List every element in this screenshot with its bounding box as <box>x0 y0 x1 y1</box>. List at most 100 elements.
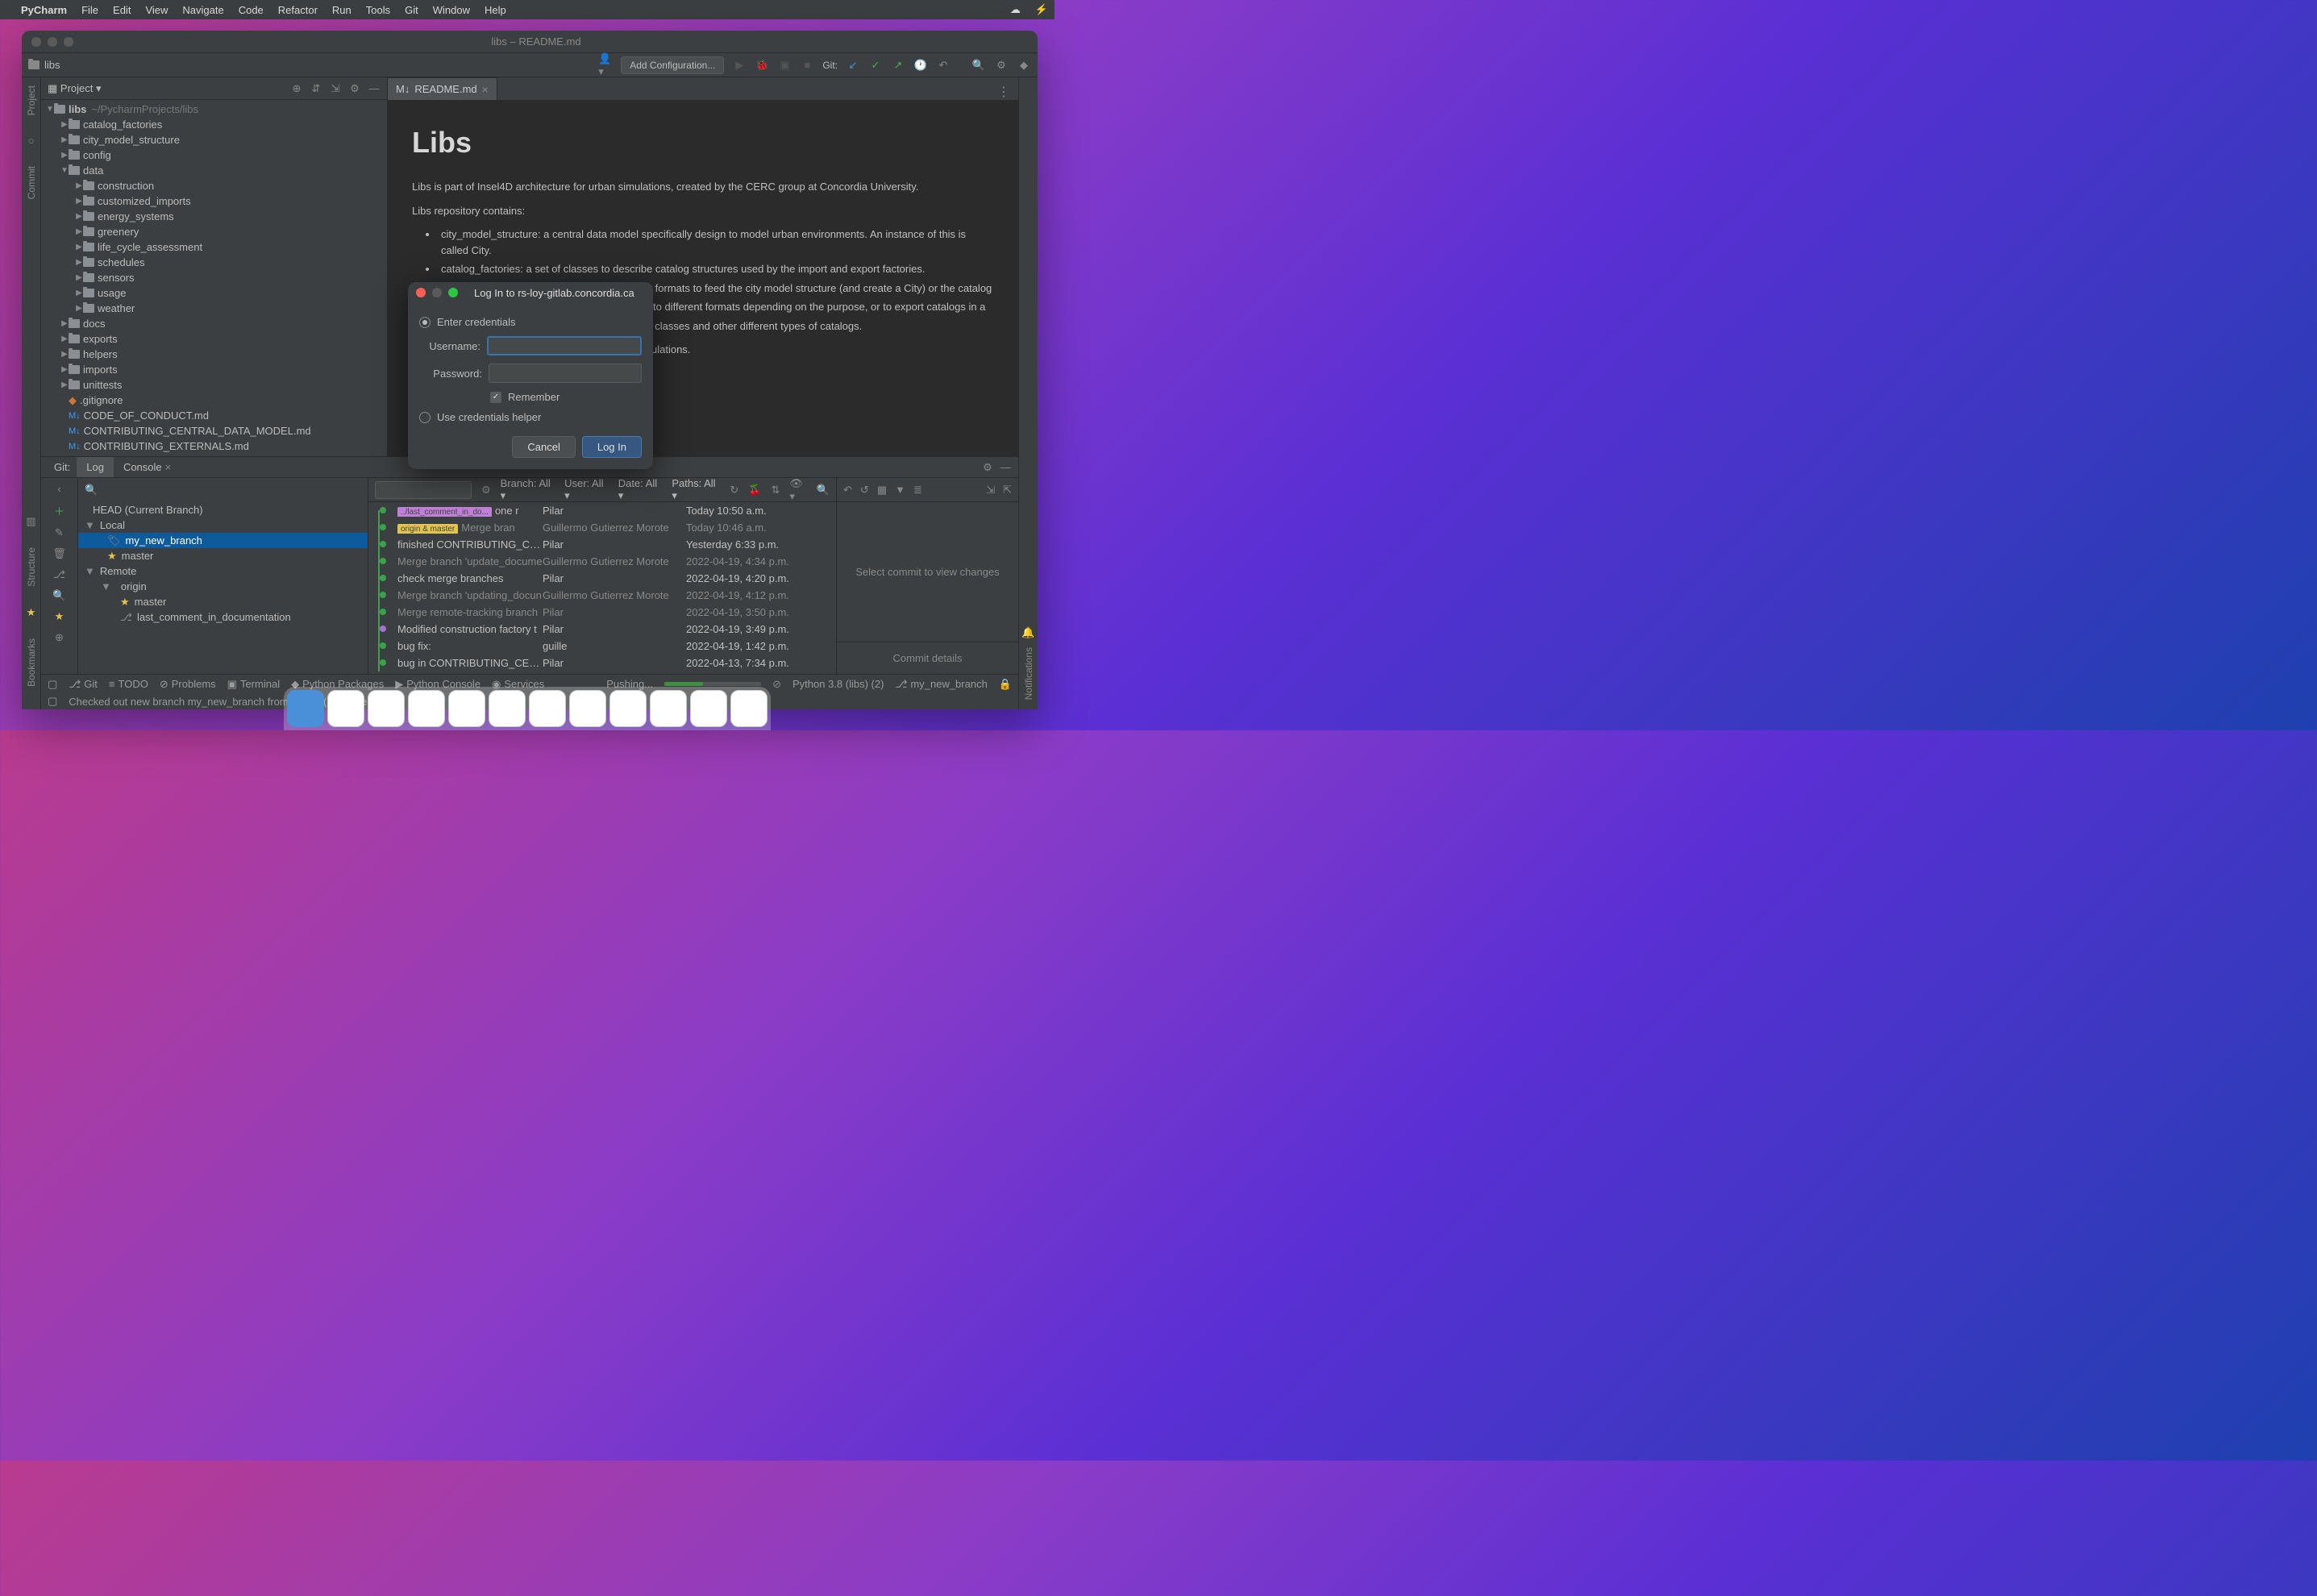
tree-item[interactable]: ▶sensors <box>41 270 387 285</box>
layout-icon[interactable]: ▦ <box>877 484 887 497</box>
commit-row[interactable]: Modified construction factory tPilar2022… <box>368 621 836 638</box>
radio-credentials-helper[interactable]: Use credentials helper <box>419 411 642 423</box>
git-push-icon[interactable]: ↗ <box>891 58 905 73</box>
dock-app[interactable] <box>368 690 405 727</box>
tree-item[interactable]: ▶config <box>41 148 387 163</box>
tool-project[interactable]: Project <box>26 82 37 118</box>
dock-app[interactable] <box>408 690 445 727</box>
user-icon[interactable]: 👤▾ <box>598 58 613 73</box>
tool-structure-icon[interactable]: ▥ <box>26 515 35 528</box>
project-view-select[interactable]: ▦ Project ▾ <box>48 82 102 95</box>
pencil-icon[interactable]: ✎ <box>55 526 64 539</box>
tree-item[interactable]: ▶unittests <box>41 377 387 393</box>
expand-all-icon[interactable]: ⇵ <box>310 82 322 95</box>
search-everywhere-icon[interactable]: 🔍 <box>971 58 986 73</box>
git-history-icon[interactable]: 🕐 <box>913 58 928 73</box>
tree-item[interactable]: ▶docs <box>41 316 387 331</box>
search-icon[interactable]: 🔍 <box>52 589 65 602</box>
tool-bookmarks-icon[interactable]: ★ <box>27 606 36 619</box>
menu-view[interactable]: View <box>145 4 168 16</box>
tool-commit[interactable]: Commit <box>26 163 37 202</box>
git-commit-icon[interactable]: ✓ <box>868 58 883 73</box>
stop-icon[interactable]: ⊘ <box>772 678 781 691</box>
zoom-icon[interactable] <box>448 288 458 297</box>
star-icon[interactable]: ★ <box>55 610 64 623</box>
dock-app[interactable] <box>609 690 647 727</box>
status-icon[interactable]: ▢ <box>48 678 57 691</box>
commit-row[interactable]: origin & masterMerge branGuillermo Gutie… <box>368 519 836 536</box>
username-field[interactable] <box>487 336 642 355</box>
cherry-pick-icon[interactable]: 🍒 <box>748 484 761 497</box>
commit-row[interactable]: bug fix:guille2022-04-19, 1:42 p.m. <box>368 638 836 655</box>
hide-icon[interactable]: — <box>999 461 1012 474</box>
macos-dock[interactable] <box>284 687 771 730</box>
branch-group-remote[interactable]: ▼Remote <box>78 563 368 579</box>
radio-enter-credentials[interactable]: Enter credentials <box>419 316 642 328</box>
tool-commit-icon[interactable]: ○ <box>28 135 35 147</box>
status-git[interactable]: ⎇ Git <box>69 678 98 691</box>
group-icon[interactable]: ≣ <box>913 484 922 497</box>
menubar-app[interactable]: PyCharm <box>21 4 67 16</box>
revert-icon[interactable]: ↶ <box>843 484 852 497</box>
commit-row[interactable]: check merge branchesPilar2022-04-19, 4:2… <box>368 570 836 587</box>
close-icon[interactable]: × <box>165 461 172 473</box>
hide-icon[interactable]: — <box>368 82 381 95</box>
tree-item[interactable]: ▶catalog_factories <box>41 117 387 132</box>
filter-icon[interactable]: ▼ <box>895 484 905 496</box>
git-rollback-icon[interactable]: ↶ <box>936 58 951 73</box>
eye-icon[interactable]: 👁▾ <box>789 477 806 503</box>
menu-edit[interactable]: Edit <box>113 4 131 16</box>
login-button[interactable]: Log In <box>582 436 642 458</box>
git-tab-console[interactable]: Console× <box>114 457 181 477</box>
tree-item[interactable]: ▶imports <box>41 362 387 377</box>
menu-navigate[interactable]: Navigate <box>182 4 223 16</box>
dock-app[interactable] <box>448 690 485 727</box>
lock-icon[interactable]: 🔒 <box>999 678 1012 691</box>
dock-app[interactable] <box>690 690 727 727</box>
collapse-all-icon[interactable]: ⇲ <box>329 82 342 95</box>
tree-item[interactable]: ◆.gitignore <box>41 393 387 408</box>
branch-my-new-branch[interactable]: 🏷my_new_branch <box>78 533 368 548</box>
status-terminal[interactable]: ▣ Terminal <box>227 678 280 691</box>
tool-structure[interactable]: Structure <box>26 544 37 590</box>
branch-head[interactable]: HEAD (Current Branch) <box>78 502 368 517</box>
branch-group-local[interactable]: ▼Local <box>78 517 368 533</box>
dock-app[interactable] <box>569 690 606 727</box>
panel-settings-icon[interactable]: ⚙ <box>348 82 361 95</box>
dock-app[interactable] <box>489 690 526 727</box>
cloud-icon[interactable]: ☁︎ <box>1010 3 1021 16</box>
close-icon[interactable]: × <box>482 83 489 96</box>
filter-date[interactable]: Date: All ▾ <box>618 477 663 502</box>
commit-row[interactable]: ../last_comment_in_do...one rPilarToday … <box>368 502 836 519</box>
git-update-icon[interactable]: ↙ <box>846 58 860 73</box>
log-search-input[interactable] <box>375 481 472 499</box>
menu-help[interactable]: Help <box>485 4 506 16</box>
password-field[interactable] <box>489 364 642 383</box>
gear-icon[interactable]: ⚙ <box>981 461 994 474</box>
plus-icon[interactable]: ＋ <box>54 503 64 518</box>
dock-app[interactable] <box>650 690 687 727</box>
tree-item[interactable]: ▶helpers <box>41 347 387 362</box>
tree-root[interactable]: ▼libs~/PycharmProjects/libs <box>41 102 387 117</box>
tree-item[interactable]: M↓CONTRIBUTING_CENTRAL_DATA_MODEL.md <box>41 423 387 438</box>
dock-app[interactable] <box>730 690 767 727</box>
commit-row[interactable]: finished CONTRIBUTING_CENTPilarYesterday… <box>368 536 836 553</box>
branch-last-comment[interactable]: ⎇last_comment_in_documentation <box>78 609 368 625</box>
menu-git[interactable]: Git <box>405 4 418 16</box>
menu-refactor[interactable]: Refactor <box>278 4 318 16</box>
run-with-coverage-icon[interactable]: ▣ <box>777 58 792 73</box>
tool-bookmarks[interactable]: Bookmarks <box>26 635 37 690</box>
collapse-icon[interactable]: ⇱ <box>1003 484 1012 497</box>
filter-user[interactable]: User: All ▾ <box>564 477 609 502</box>
status-todo[interactable]: ≡ TODO <box>109 678 148 690</box>
tree-item[interactable]: ▶weather <box>41 301 387 316</box>
branch-master[interactable]: ★master <box>78 548 368 563</box>
menu-window[interactable]: Window <box>433 4 470 16</box>
tool-notifications[interactable]: Notifications <box>1023 644 1034 703</box>
menu-tools[interactable]: Tools <box>366 4 390 16</box>
expand-icon[interactable]: ⇲ <box>986 484 995 497</box>
dock-finder[interactable] <box>287 690 324 727</box>
tree-item[interactable]: ▶city_model_structure <box>41 132 387 148</box>
tree-item[interactable]: M↓CODE_OF_CONDUCT.md <box>41 408 387 423</box>
commit-row[interactable]: Merge remote-tracking branchPilar2022-04… <box>368 604 836 621</box>
